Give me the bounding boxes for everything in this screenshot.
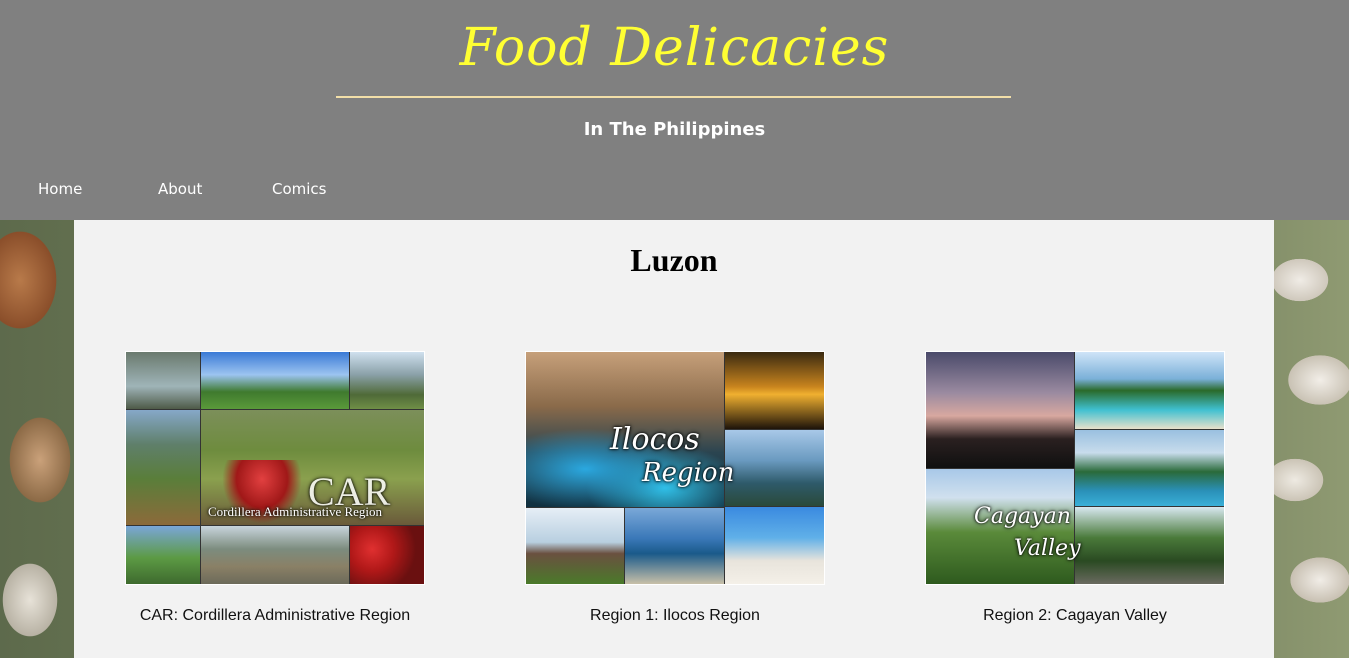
region-image-cagayan[interactable]: Cagayan Valley bbox=[925, 351, 1225, 585]
region-card-cagayan[interactable]: Cagayan Valley Region 2: Cagayan Valley bbox=[925, 351, 1225, 626]
cagayan-image-sublabel: Valley bbox=[1014, 536, 1081, 561]
site-subtitle: In The Philippines bbox=[583, 119, 766, 140]
site-header: Food Delicacies In The Philippines Home … bbox=[0, 0, 1349, 220]
ilocos-image-label: Ilocos bbox=[610, 422, 700, 457]
nav-comics-link[interactable]: Comics bbox=[272, 180, 327, 198]
region-card-ilocos[interactable]: Ilocos Region Region 1: Ilocos Region bbox=[525, 351, 825, 626]
region-caption-car[interactable]: CAR: Cordillera Administrative Region bbox=[125, 606, 425, 626]
region-caption-ilocos[interactable]: Region 1: Ilocos Region bbox=[525, 606, 825, 626]
region-card-car[interactable]: CAR Cordillera Administrative Region CAR… bbox=[125, 351, 425, 626]
nav-about-link[interactable]: About bbox=[158, 180, 202, 198]
region-image-ilocos[interactable]: Ilocos Region bbox=[525, 351, 825, 585]
region-caption-cagayan[interactable]: Region 2: Cagayan Valley bbox=[925, 606, 1225, 626]
site-title: Food Delicacies bbox=[459, 18, 890, 78]
cagayan-image-label: Cagayan bbox=[974, 504, 1071, 529]
content-panel: Luzon CAR Cordillera Administrative Regi… bbox=[74, 220, 1274, 658]
ilocos-image-sublabel: Region bbox=[642, 458, 735, 488]
region-image-car[interactable]: CAR Cordillera Administrative Region bbox=[125, 351, 425, 585]
section-title: Luzon bbox=[630, 242, 718, 278]
title-divider bbox=[336, 96, 1011, 98]
car-image-sublabel: Cordillera Administrative Region bbox=[208, 504, 383, 519]
nav-home-link[interactable]: Home bbox=[38, 180, 82, 198]
